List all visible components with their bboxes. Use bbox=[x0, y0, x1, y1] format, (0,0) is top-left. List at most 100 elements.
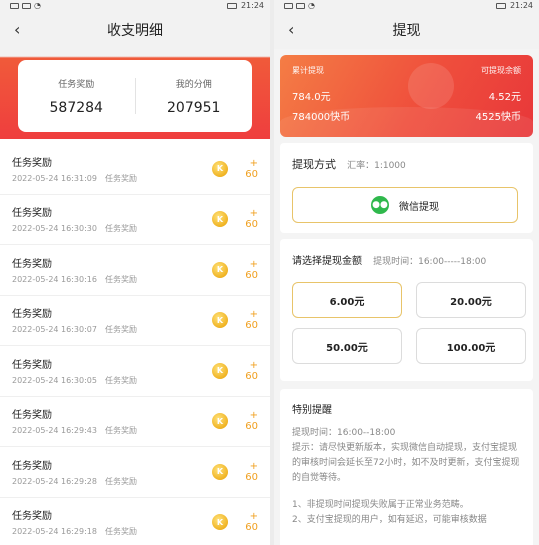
battery-icon bbox=[226, 2, 237, 9]
record-title: 任务奖励 bbox=[12, 258, 52, 270]
signal-icon bbox=[296, 2, 305, 9]
record-meta: 2022-05-24 16:30:16 任务奖励 bbox=[12, 274, 212, 285]
back-arrow-icon[interactable]: ‹ bbox=[288, 21, 294, 39]
summary-banner: 任务奖励 587284 我的分佣 207951 bbox=[0, 49, 270, 139]
record-title: 任务奖励 bbox=[12, 410, 52, 422]
withdraw-summary-banner: 累计提现 可提现余额 784.0元 4.52元 784000快币 4525快币 bbox=[280, 55, 533, 137]
record-row: 任务奖励 2022-05-24 16:30:07 任务奖励 K + 60 bbox=[0, 296, 270, 346]
record-type: 任务奖励 bbox=[104, 527, 137, 537]
record-row: 任务奖励 2022-05-24 16:30:05 任务奖励 K + 60 bbox=[0, 346, 270, 397]
record-amount: + 60 bbox=[245, 208, 258, 231]
record-row: 任务奖励 2022-05-24 16:31:09 任务奖励 K + 60 bbox=[0, 144, 270, 195]
notice-text: 提现时间：16:00--18:00 提示：请尽快更新版本，实现微信自动提现，支付… bbox=[292, 426, 523, 528]
record-amount: + 60 bbox=[245, 511, 258, 534]
nav-bar: ‹ 收支明细 bbox=[0, 11, 270, 49]
sim-icon bbox=[10, 2, 19, 9]
record-info: 任务奖励 2022-05-24 16:30:07 任务奖励 bbox=[12, 305, 212, 335]
record-time: 2022-05-24 16:31:09 bbox=[12, 173, 97, 183]
task-reward-summary: 任务奖励 587284 bbox=[18, 77, 135, 116]
notice-title: 特别提醒 bbox=[292, 405, 332, 416]
available-balance-yuan: 4.52元 bbox=[488, 92, 521, 103]
record-time: 2022-05-24 16:29:43 bbox=[12, 426, 97, 436]
withdraw-screen: ◔ 21:24 ‹ 提现 累计提现 可提现余额 784.0元 4.52元 784… bbox=[274, 0, 539, 545]
exchange-rate: 汇率：1:1000 bbox=[347, 161, 406, 171]
record-amount: + 60 bbox=[245, 460, 258, 483]
amount-option[interactable]: 6.00元 bbox=[292, 282, 402, 318]
record-title: 任务奖励 bbox=[12, 309, 52, 321]
record-amount: + 60 bbox=[245, 258, 258, 281]
task-reward-label: 任务奖励 bbox=[58, 79, 95, 90]
back-arrow-icon[interactable]: ‹ bbox=[14, 21, 20, 39]
coin-icon: K bbox=[212, 312, 228, 329]
record-time: 2022-05-24 16:30:05 bbox=[12, 375, 97, 385]
record-title: 任务奖励 bbox=[12, 460, 52, 472]
total-withdraw-yuan: 784.0元 bbox=[292, 92, 331, 103]
record-info: 任务奖励 2022-05-24 16:29:28 任务奖励 bbox=[12, 457, 212, 487]
record-meta: 2022-05-24 16:29:18 任务奖励 bbox=[12, 526, 212, 537]
record-type: 任务奖励 bbox=[104, 375, 137, 385]
wifi-icon: ◔ bbox=[308, 1, 315, 10]
battery-icon bbox=[495, 2, 506, 9]
withdraw-amount-card: 请选择提现金额 提现时间：16:00-----18:00 6.00元 20.00元… bbox=[280, 239, 533, 381]
record-row: 任务奖励 2022-05-24 16:29:28 任务奖励 K + 60 bbox=[0, 447, 270, 498]
record-time: 2022-05-24 16:30:30 bbox=[12, 224, 97, 234]
record-meta: 2022-05-24 16:30:30 任务奖励 bbox=[12, 223, 212, 234]
available-balance-coins: 4525快币 bbox=[475, 112, 521, 123]
record-info: 任务奖励 2022-05-24 16:30:30 任务奖励 bbox=[12, 204, 212, 234]
notice-gap bbox=[292, 486, 523, 498]
record-list: 任务奖励 2022-05-24 16:31:09 任务奖励 K + 60 任务奖励 2022… bbox=[0, 139, 270, 545]
record-info: 任务奖励 2022-05-24 16:30:16 任务奖励 bbox=[12, 255, 212, 285]
record-meta: 2022-05-24 16:29:28 任务奖励 bbox=[12, 476, 212, 487]
my-share-label: 我的分佣 bbox=[175, 79, 212, 90]
record-amount: + 60 bbox=[245, 309, 258, 332]
withdraw-time: 提现时间：16:00-----18:00 bbox=[373, 257, 487, 267]
summary-card: 任务奖励 587284 我的分佣 207951 bbox=[18, 60, 252, 132]
record-info: 任务奖励 2022-05-24 16:29:43 任务奖励 bbox=[12, 406, 212, 436]
record-info: 任务奖励 2022-05-24 16:30:05 任务奖励 bbox=[12, 356, 212, 386]
signal-icon bbox=[22, 2, 31, 9]
notice-card: 特别提醒 提现时间：16:00--18:00 提示：请尽快更新版本，实现微信自动… bbox=[280, 389, 533, 545]
wifi-icon: ◔ bbox=[34, 1, 41, 10]
record-title: 任务奖励 bbox=[12, 208, 52, 220]
record-type: 任务奖励 bbox=[104, 274, 137, 284]
nav-bar: ‹ 提现 bbox=[274, 11, 539, 49]
amount-options: 6.00元 20.00元 50.00元 100.00元 bbox=[292, 282, 526, 364]
coin-icon: K bbox=[212, 463, 228, 480]
coin-icon: K bbox=[212, 160, 228, 177]
record-type: 任务奖励 bbox=[104, 224, 137, 234]
page-title: 收支明细 bbox=[107, 23, 163, 39]
amount-option[interactable]: 20.00元 bbox=[416, 282, 526, 318]
my-share-summary: 我的分佣 207951 bbox=[136, 77, 253, 116]
record-amount: + 60 bbox=[245, 410, 258, 433]
total-withdraw-coins: 784000快币 bbox=[292, 112, 351, 123]
status-time: 21:24 bbox=[240, 1, 264, 10]
record-time: 2022-05-24 16:29:28 bbox=[12, 476, 97, 486]
record-type: 任务奖励 bbox=[104, 173, 137, 183]
status-time: 21:24 bbox=[509, 1, 533, 10]
coin-icon: K bbox=[212, 211, 228, 228]
amount-option[interactable]: 50.00元 bbox=[292, 328, 402, 364]
coin-icon: K bbox=[212, 514, 228, 531]
coin-icon: K bbox=[212, 362, 228, 379]
withdraw-method-title: 提现方式 bbox=[292, 158, 336, 171]
record-type: 任务奖励 bbox=[104, 325, 137, 335]
record-title: 任务奖励 bbox=[12, 359, 52, 371]
wechat-withdraw-button[interactable]: ●● 微信提现 bbox=[292, 187, 518, 223]
record-time: 2022-05-24 16:29:18 bbox=[12, 527, 97, 537]
page-title: 提现 bbox=[392, 23, 421, 39]
coin-icon: K bbox=[212, 261, 228, 278]
notice-line-2: 2、支付宝提现的用户，如有延迟，可能审核数据 bbox=[292, 515, 487, 525]
record-row: 任务奖励 2022-05-24 16:30:16 任务奖励 K + 60 bbox=[0, 245, 270, 296]
my-share-value: 207951 bbox=[167, 99, 221, 116]
amount-option[interactable]: 100.00元 bbox=[416, 328, 526, 364]
signal-icons: ◔ bbox=[10, 1, 41, 10]
coin-icon: K bbox=[212, 413, 228, 430]
record-meta: 2022-05-24 16:29:43 任务奖励 bbox=[12, 425, 212, 436]
record-meta: 2022-05-24 16:30:07 任务奖励 bbox=[12, 324, 212, 335]
wechat-withdraw-label: 微信提现 bbox=[399, 201, 439, 213]
notice-line-1: 1、非提现时间提现失败属于正常业务范畴。 bbox=[292, 500, 469, 510]
status-bar: ◔ 21:24 bbox=[274, 0, 539, 11]
record-info: 任务奖励 2022-05-24 16:31:09 任务奖励 bbox=[12, 154, 212, 184]
withdraw-method-card: 提现方式 汇率：1:1000 ●● 微信提现 bbox=[280, 143, 533, 233]
status-bar: ◔ 21:24 bbox=[0, 0, 270, 11]
